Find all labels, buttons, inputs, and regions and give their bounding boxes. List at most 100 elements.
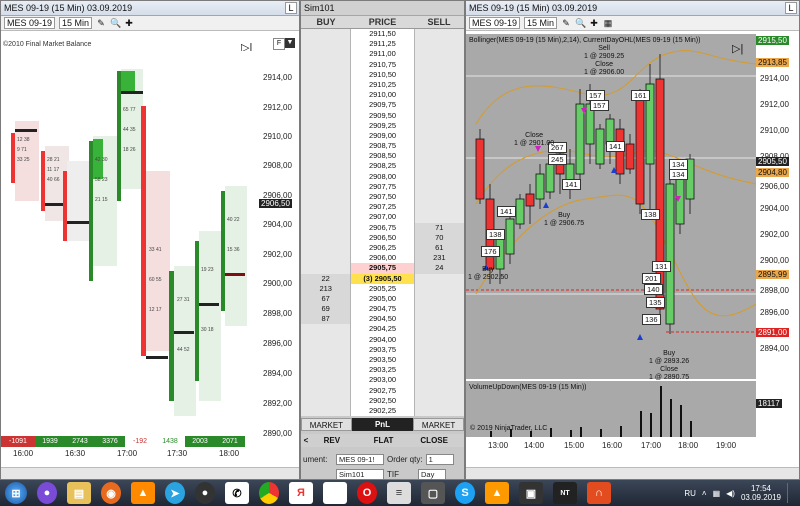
sell-cell[interactable] [414,110,464,121]
buy-cell[interactable] [301,375,352,386]
account-select[interactable]: Sim101 [336,469,384,479]
sell-cell[interactable] [414,405,464,417]
buy-cell[interactable] [301,141,352,152]
sell-cell[interactable]: 231 [414,253,464,264]
ladder-row[interactable]: 2906,75 71 [301,222,464,233]
buy-cell[interactable]: 87 [301,314,352,325]
ladder-row[interactable]: 2909,25 [301,120,464,131]
ladder-row[interactable]: 2902,50 [301,395,464,406]
buy-cell[interactable] [301,232,352,243]
buy-cell[interactable] [301,171,352,182]
sell-cell[interactable]: 70 [414,232,464,243]
ladder-row[interactable]: 87 2904,50 [301,314,464,325]
interval-selector[interactable]: 15 Min [59,17,93,29]
ladder-row[interactable]: 22 (3) 2905,50 [301,273,464,284]
ladder-row[interactable]: 2908,50 [301,151,464,162]
sell-cell[interactable]: 24 [414,263,464,274]
sell-cell[interactable] [414,202,464,213]
ladder-row[interactable]: 2904,00 [301,334,464,345]
buy-cell[interactable] [301,253,352,264]
ninjatrader-icon[interactable]: NT [553,482,577,504]
ladder-row[interactable]: 2908,25 [301,161,464,172]
ladder-row[interactable]: 2910,50 [301,69,464,80]
sell-cell[interactable]: 61 [414,242,464,254]
ladder-row[interactable]: 2909,00 [301,130,464,142]
instrument-selector[interactable]: MES 09-19 [4,17,56,29]
ladder-row[interactable]: 2908,75 [301,141,464,152]
buy-cell[interactable] [301,161,352,172]
buy-cell[interactable] [301,324,352,335]
sell-cell[interactable]: 71 [414,222,464,233]
ladder-row[interactable]: 2908,00 [301,171,464,182]
chart-tab-bar[interactable]: MES 09-19 (15 Min) 03.09.2019 L [466,1,799,16]
vlc-icon[interactable]: ▲ [485,482,509,504]
ladder-row[interactable]: 2911,00 [301,49,464,60]
sell-cell[interactable] [414,90,464,101]
sell-cell[interactable] [414,130,464,142]
sell-cell[interactable] [414,49,464,60]
sell-cell[interactable] [414,141,464,152]
market-buy-button[interactable]: MARKET [301,418,352,432]
ladder-row[interactable]: 2907,00 [301,212,464,223]
crosshair-icon[interactable]: ✚ [124,18,134,28]
buy-cell[interactable] [301,100,352,111]
buy-cell[interactable] [301,130,352,142]
buy-cell[interactable] [301,110,352,121]
ladder-row[interactable]: 2910,25 [301,79,464,91]
sell-cell[interactable] [414,151,464,162]
flat-button[interactable]: FLAT [353,434,415,447]
window-icon[interactable]: ▢ [421,482,445,504]
buy-cell[interactable] [301,242,352,254]
buy-cell[interactable] [301,385,352,396]
market-sell-button[interactable]: MARKET [413,418,464,432]
zoom-icon[interactable]: 🔍 [575,18,586,28]
ladder-row[interactable]: 2909,75 [301,100,464,111]
buy-cell[interactable] [301,263,352,274]
buy-cell[interactable] [301,334,352,345]
ladder-row[interactable]: 2903,00 [301,375,464,386]
horizontal-scrollbar[interactable] [1,467,299,479]
buy-cell[interactable] [301,181,352,192]
network-icon[interactable]: ▦ [713,489,721,498]
horizontal-scrollbar[interactable] [466,467,799,479]
sell-cell[interactable] [414,181,464,192]
draw-icon[interactable]: ✎ [96,18,106,28]
restore-icon[interactable]: L [285,2,297,14]
ladder-row[interactable]: 2907,25 [301,202,464,213]
buy-cell[interactable] [301,90,352,101]
ladder-row[interactable]: 2906,25 61 [301,242,464,254]
sell-cell[interactable] [414,120,464,131]
buy-cell[interactable] [301,69,352,80]
buy-cell[interactable] [301,355,352,366]
chevron-down-icon[interactable]: ▼ [285,38,295,48]
yandex-icon[interactable]: Я [289,482,313,504]
dom-title-bar[interactable]: Sim101 [301,1,464,16]
crosshair-icon[interactable]: ✚ [589,18,599,28]
sell-cell[interactable] [414,395,464,406]
firefox-icon[interactable]: ◉ [101,482,121,504]
sell-cell[interactable] [414,304,464,315]
start-button[interactable]: ⊞ [5,482,27,504]
order-qty-input[interactable]: 1 [425,454,454,466]
restore-icon[interactable]: L [785,2,797,14]
telegram-icon[interactable]: ➤ [165,482,185,504]
sell-cell[interactable] [414,314,464,325]
buy-cell[interactable] [301,344,352,355]
sell-cell[interactable] [414,161,464,172]
sell-cell[interactable] [414,79,464,91]
trading-app-icon[interactable]: ∩ [587,482,611,504]
ladder-row[interactable]: 2911,50 [301,29,464,40]
chart-tab-bar[interactable]: MES 09-19 (15 Min) 03.09.2019 L [1,1,299,16]
ladder-row[interactable]: 2906,00 231 [301,253,464,264]
buy-cell[interactable] [301,192,352,203]
buy-cell[interactable] [301,395,352,406]
sell-cell[interactable] [414,29,464,40]
buy-cell[interactable] [301,79,352,91]
sell-cell[interactable] [414,365,464,376]
ladder-row[interactable]: 2903,25 [301,365,464,376]
chart-tab-label[interactable]: MES 09-19 (15 Min) 03.09.2019 [4,3,132,13]
notepad-icon[interactable]: ≡ [387,482,411,504]
sell-cell[interactable] [414,283,464,294]
buy-cell[interactable] [301,29,352,40]
ladder-row[interactable]: 69 2904,75 [301,304,464,315]
